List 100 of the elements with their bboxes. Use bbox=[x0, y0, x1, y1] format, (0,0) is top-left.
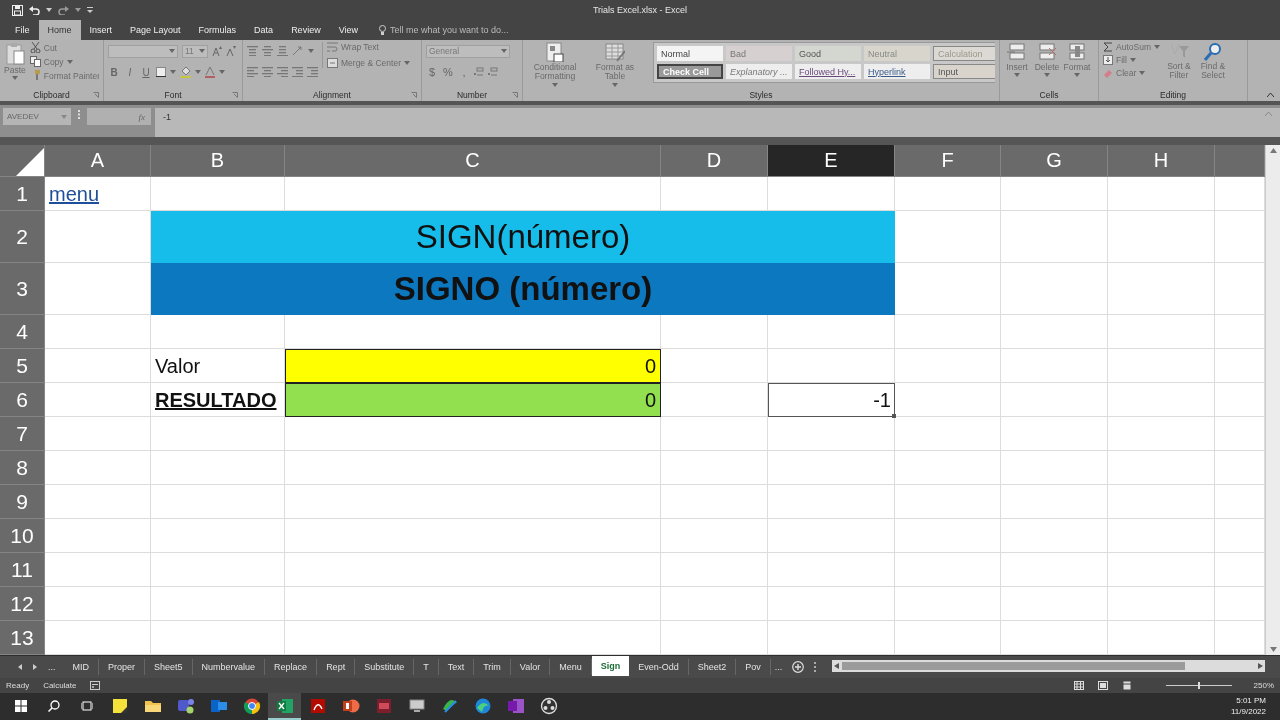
page-layout-icon[interactable] bbox=[1097, 681, 1108, 690]
sheet-tab[interactable]: Proper bbox=[99, 659, 146, 675]
menu-link[interactable]: menu bbox=[45, 177, 151, 211]
vertical-scrollbar[interactable] bbox=[1265, 145, 1280, 655]
search-icon[interactable] bbox=[47, 699, 60, 712]
row-header[interactable]: 7 bbox=[0, 417, 45, 451]
decrease-indent-icon[interactable] bbox=[292, 67, 303, 77]
row-header[interactable]: 4 bbox=[0, 315, 45, 349]
chat-icon[interactable] bbox=[176, 696, 195, 715]
sheet-tab[interactable]: Trim bbox=[474, 659, 511, 675]
save-icon[interactable] bbox=[12, 4, 23, 16]
copy-button[interactable]: Copy bbox=[29, 56, 99, 67]
formula-field[interactable]: -1 bbox=[155, 108, 1280, 137]
column-header[interactable]: A bbox=[45, 145, 151, 177]
normal-view-icon[interactable] bbox=[1073, 681, 1084, 690]
ribbon-tab[interactable]: Page Layout bbox=[121, 20, 190, 40]
sheet-tab[interactable]: Menu bbox=[550, 659, 592, 675]
previous-sheet-icon[interactable] bbox=[18, 664, 22, 670]
column-header[interactable]: H bbox=[1108, 145, 1215, 177]
row-header[interactable]: 13 bbox=[0, 621, 45, 655]
row-header[interactable]: 8 bbox=[0, 451, 45, 485]
kebab-menu-icon[interactable] bbox=[814, 662, 817, 672]
align-center-icon[interactable] bbox=[262, 67, 273, 77]
sheet-tab[interactable]: Valor bbox=[510, 659, 551, 675]
ribbon-tab[interactable]: Formulas bbox=[189, 20, 246, 40]
notebook-icon[interactable] bbox=[506, 696, 525, 715]
font-color-icon[interactable] bbox=[205, 66, 215, 78]
ribbon-tab[interactable]: File bbox=[6, 20, 39, 40]
shrink-font-icon[interactable] bbox=[226, 46, 236, 56]
cells-button[interactable]: Insert bbox=[1004, 42, 1030, 78]
align-top-icon[interactable] bbox=[247, 46, 258, 56]
cell-style[interactable]: Explanatory ... bbox=[726, 64, 792, 79]
next-sheet-icon[interactable] bbox=[33, 664, 37, 670]
column-header[interactable]: C bbox=[285, 145, 661, 177]
ribbon-tab[interactable]: Data bbox=[245, 20, 283, 40]
more-sheets-button[interactable]: ... bbox=[48, 662, 56, 672]
row-header[interactable]: 9 bbox=[0, 485, 45, 519]
browser-icon[interactable] bbox=[242, 696, 261, 715]
customize-icon[interactable] bbox=[87, 7, 93, 13]
paste-button[interactable]: Paste bbox=[4, 42, 26, 81]
number-format-key[interactable]: $ bbox=[426, 66, 438, 78]
dialog-launcher-icon[interactable] bbox=[512, 92, 518, 98]
spreadsheet-icon[interactable] bbox=[275, 696, 294, 715]
number-format-key[interactable]: , bbox=[458, 66, 470, 78]
name-box[interactable]: AVEDEV bbox=[3, 108, 71, 125]
cell-style[interactable]: Followed Hy... bbox=[795, 64, 861, 79]
insert-function-button[interactable]: fx bbox=[87, 108, 151, 125]
align-middle-icon[interactable] bbox=[262, 46, 273, 56]
font-name-field[interactable] bbox=[108, 44, 178, 58]
row-header[interactable]: 10 bbox=[0, 519, 45, 553]
task-view-icon[interactable] bbox=[80, 699, 93, 712]
merge-center-button[interactable]: Merge & Center bbox=[327, 58, 410, 68]
macro-record-icon[interactable] bbox=[90, 681, 101, 690]
increase-indent-icon[interactable] bbox=[307, 67, 318, 77]
cut-button[interactable]: Cut bbox=[29, 42, 99, 53]
row-header[interactable]: 2 bbox=[0, 211, 45, 263]
cell-style[interactable]: Normal bbox=[657, 46, 723, 61]
format-key[interactable]: B bbox=[108, 66, 120, 78]
dialog-launcher-icon[interactable] bbox=[93, 92, 99, 98]
more-sheets-button[interactable]: ... bbox=[770, 656, 787, 678]
note-icon[interactable] bbox=[110, 696, 129, 715]
undo-icon[interactable] bbox=[29, 5, 40, 15]
aperture-icon[interactable] bbox=[539, 696, 558, 715]
ribbon-tab[interactable]: Home bbox=[38, 20, 81, 40]
orientation-icon[interactable] bbox=[292, 46, 304, 56]
fill-color-icon[interactable] bbox=[180, 66, 191, 78]
cell-style[interactable]: Check Cell bbox=[657, 64, 723, 79]
cell-style[interactable]: Bad bbox=[726, 46, 792, 61]
collapse-ribbon-icon[interactable] bbox=[1267, 93, 1274, 97]
increase-decimal-icon[interactable] bbox=[474, 67, 484, 77]
format-painter-button[interactable]: Format Painter bbox=[29, 70, 99, 81]
fill-button[interactable]: Fill bbox=[1103, 55, 1160, 65]
cell-style[interactable]: Good bbox=[795, 46, 861, 61]
align-right-icon[interactable] bbox=[277, 67, 288, 77]
sheet-tab[interactable]: Replace bbox=[265, 659, 318, 675]
sheet-tab[interactable]: Rept bbox=[317, 659, 356, 675]
autosum-button[interactable]: AutoSum bbox=[1103, 42, 1160, 52]
sheet-tab[interactable]: Pov bbox=[736, 659, 771, 675]
sheet-tab[interactable]: Sign bbox=[591, 656, 630, 676]
sheet-tab[interactable]: Substitute bbox=[355, 659, 415, 675]
dialog-launcher-icon[interactable] bbox=[232, 92, 238, 98]
grow-font-icon[interactable] bbox=[212, 46, 222, 56]
row-header[interactable]: 5 bbox=[0, 349, 45, 383]
sheet-tab[interactable]: Text bbox=[438, 659, 475, 675]
redo-icon[interactable] bbox=[58, 5, 69, 15]
add-sheet-icon[interactable] bbox=[792, 661, 805, 673]
row-header[interactable]: 11 bbox=[0, 553, 45, 587]
align-left-icon[interactable] bbox=[247, 67, 258, 77]
wrap-text-button[interactable]: Wrap Text bbox=[327, 42, 410, 52]
sheet-tab[interactable]: Sheet2 bbox=[688, 659, 737, 675]
sheet-tab[interactable]: Numbervalue bbox=[192, 659, 266, 675]
align-bottom-icon[interactable] bbox=[277, 46, 288, 56]
pdf-icon[interactable] bbox=[308, 696, 327, 715]
row-header[interactable]: 12 bbox=[0, 587, 45, 621]
ribbon-tab[interactable]: View bbox=[329, 20, 367, 40]
windows-start-icon[interactable] bbox=[14, 699, 27, 712]
sheet-tab[interactable]: Sheet5 bbox=[145, 659, 193, 675]
cell-style[interactable]: Hyperlink bbox=[864, 64, 930, 79]
cells-button[interactable]: Delete bbox=[1034, 42, 1060, 78]
sort-filter-button[interactable]: Sort & Filter bbox=[1163, 42, 1194, 81]
